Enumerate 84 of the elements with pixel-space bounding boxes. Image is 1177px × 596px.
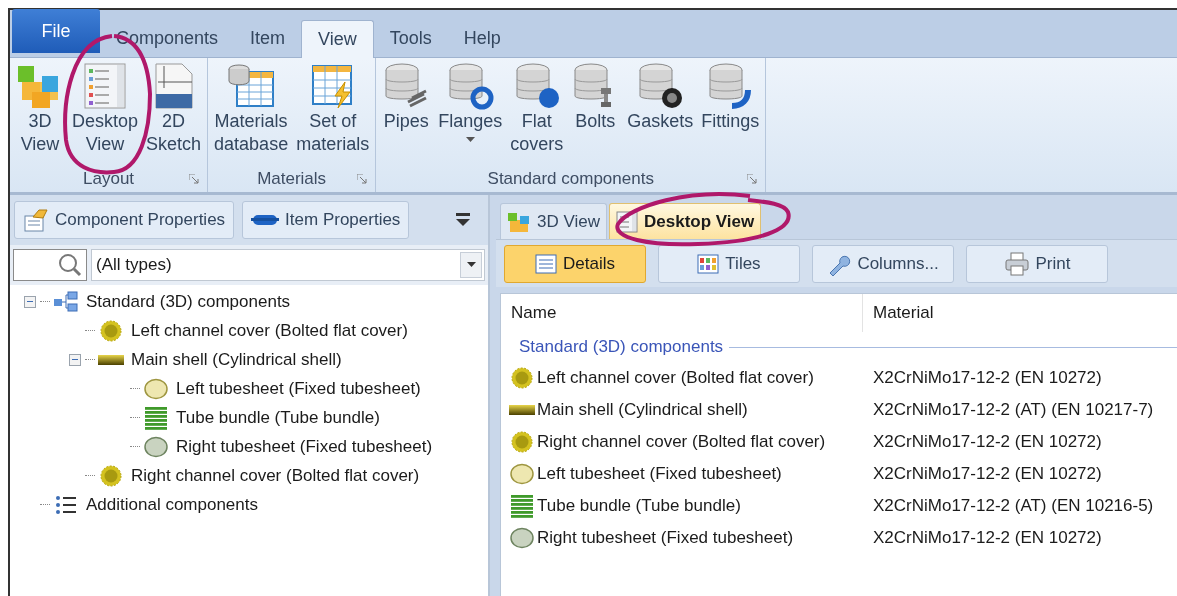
bar-icon: [509, 403, 535, 417]
table-cell-text: Right channel cover (Bolted flat cover): [537, 431, 826, 454]
ellipse-icon: [510, 463, 534, 485]
pane-button[interactable]: Component Properties: [14, 201, 235, 239]
disc-icon: [100, 319, 122, 342]
overflow-icon[interactable]: [456, 213, 470, 227]
group-caption: Materials: [257, 168, 327, 191]
tree-item[interactable]: Right tubesheet (Fixed tubesheet): [176, 433, 433, 460]
table-cell-text: X2CrNiMo17-12-2 (EN 10272): [872, 367, 1102, 390]
toolbar-button[interactable]: Columns...: [812, 244, 954, 283]
toolbar-button[interactable]: Details: [504, 244, 646, 283]
search-icon: [58, 253, 82, 277]
disc-icon: [511, 367, 533, 389]
pane-button[interactable]: Item Properties: [242, 201, 410, 239]
tree-item[interactable]: Left tubesheet (Fixed tubesheet): [176, 375, 421, 402]
toolbar-button[interactable]: Tiles: [658, 244, 800, 283]
details-icon: [535, 253, 557, 274]
stripes-icon: [144, 405, 168, 430]
table-cell-text: X2CrNiMo17-12-2 (EN 10272): [872, 431, 1102, 454]
bar-icon: [98, 352, 124, 367]
ellipse-icon: [510, 527, 534, 549]
database-gasket-icon: [636, 62, 685, 110]
hierarchy-icon: [53, 290, 79, 313]
disc-icon: [511, 431, 533, 453]
tree-item[interactable]: Tube bundle (Tube bundle): [176, 404, 380, 431]
collapse-toggle[interactable]: [24, 295, 36, 308]
toolbar-button[interactable]: Print: [966, 244, 1108, 283]
collapse-toggle[interactable]: [69, 353, 81, 366]
list-icon: [55, 494, 77, 515]
ribbon-button[interactable]: Fittings: [699, 62, 762, 133]
printer-icon: [1003, 251, 1030, 276]
dialog-launcher-icon[interactable]: [189, 174, 200, 184]
document-tab[interactable]: Desktop View: [609, 203, 762, 239]
ribbon-button[interactable]: Gaskets: [625, 62, 696, 133]
table-cell-text: Main shell (Cylindrical shell): [537, 399, 748, 422]
ribbon-button[interactable]: Flat covers: [508, 62, 566, 156]
dialog-launcher-icon[interactable]: [357, 174, 368, 184]
ribbon-button[interactable]: Materials database: [212, 62, 291, 156]
ellipse-icon: [144, 435, 168, 458]
ribbon-button[interactable]: Flanges: [436, 62, 505, 143]
group-header: Standard (3D) components: [519, 336, 724, 359]
search-field[interactable]: [13, 249, 87, 281]
type-dropdown[interactable]: (All types): [91, 249, 485, 281]
ribbon-tab[interactable]: Help: [447, 19, 517, 57]
tiles-icon: [697, 253, 720, 274]
ribbon-button[interactable]: 3D View: [14, 62, 66, 156]
cubes-icon: [507, 210, 531, 233]
tree-item[interactable]: Additional components: [86, 491, 258, 518]
table-cell-text: X2CrNiMo17-12-2 (EN 10272): [872, 527, 1102, 550]
database-table-icon: [227, 62, 276, 110]
ribbon-button[interactable]: Set of materials: [294, 62, 372, 156]
document-tab[interactable]: 3D View: [500, 203, 607, 239]
tree-item[interactable]: Standard (3D) components: [86, 288, 291, 315]
disc-icon: [100, 464, 122, 487]
table-cell-text: X2CrNiMo17-12-2 (AT) (EN 10216-5): [872, 495, 1154, 518]
tree-item[interactable]: Left channel cover (Bolted flat cover): [131, 317, 408, 344]
database-ring-icon: [446, 62, 495, 110]
table-cell-text: X2CrNiMo17-12-2 (AT) (EN 10217-7): [872, 399, 1154, 422]
properties-icon: [23, 208, 49, 232]
list-window-icon: [81, 62, 129, 110]
dialog-launcher-icon[interactable]: [747, 174, 758, 184]
table-cell-text: Tube bundle (Tube bundle): [537, 495, 741, 518]
column-header[interactable]: Material: [863, 294, 1177, 332]
ribbon-button[interactable]: Bolts: [569, 62, 622, 133]
tree-item[interactable]: Right channel cover (Bolted flat cover): [131, 462, 420, 489]
ribbon-tab[interactable]: View: [301, 20, 374, 58]
ribbon-button[interactable]: Desktop View: [70, 62, 141, 156]
group-caption: Standard components: [487, 168, 654, 191]
ribbon-button[interactable]: 2D Sketch: [144, 62, 204, 156]
stripes-icon: [510, 494, 534, 518]
table-cell-text: Left tubesheet (Fixed tubesheet): [537, 463, 782, 486]
ribbon-tab[interactable]: Item: [234, 19, 302, 57]
tank-icon: [251, 212, 280, 228]
table-cell-text: X2CrNiMo17-12-2 (EN 10272): [872, 463, 1102, 486]
tree-item[interactable]: Main shell (Cylindrical shell): [131, 346, 342, 373]
column-header[interactable]: Name: [501, 294, 863, 332]
ribbon-tab[interactable]: Tools: [373, 19, 448, 57]
caret-icon: [466, 262, 476, 268]
table-cell-text: Right tubesheet (Fixed tubesheet): [537, 527, 794, 550]
ribbon-button[interactable]: Pipes: [380, 62, 433, 133]
file-menu-button[interactable]: File: [12, 9, 100, 53]
ellipse-icon: [144, 377, 168, 400]
table-cell-text: Left channel cover (Bolted flat cover): [537, 367, 814, 390]
group-caption: Layout: [83, 168, 135, 191]
